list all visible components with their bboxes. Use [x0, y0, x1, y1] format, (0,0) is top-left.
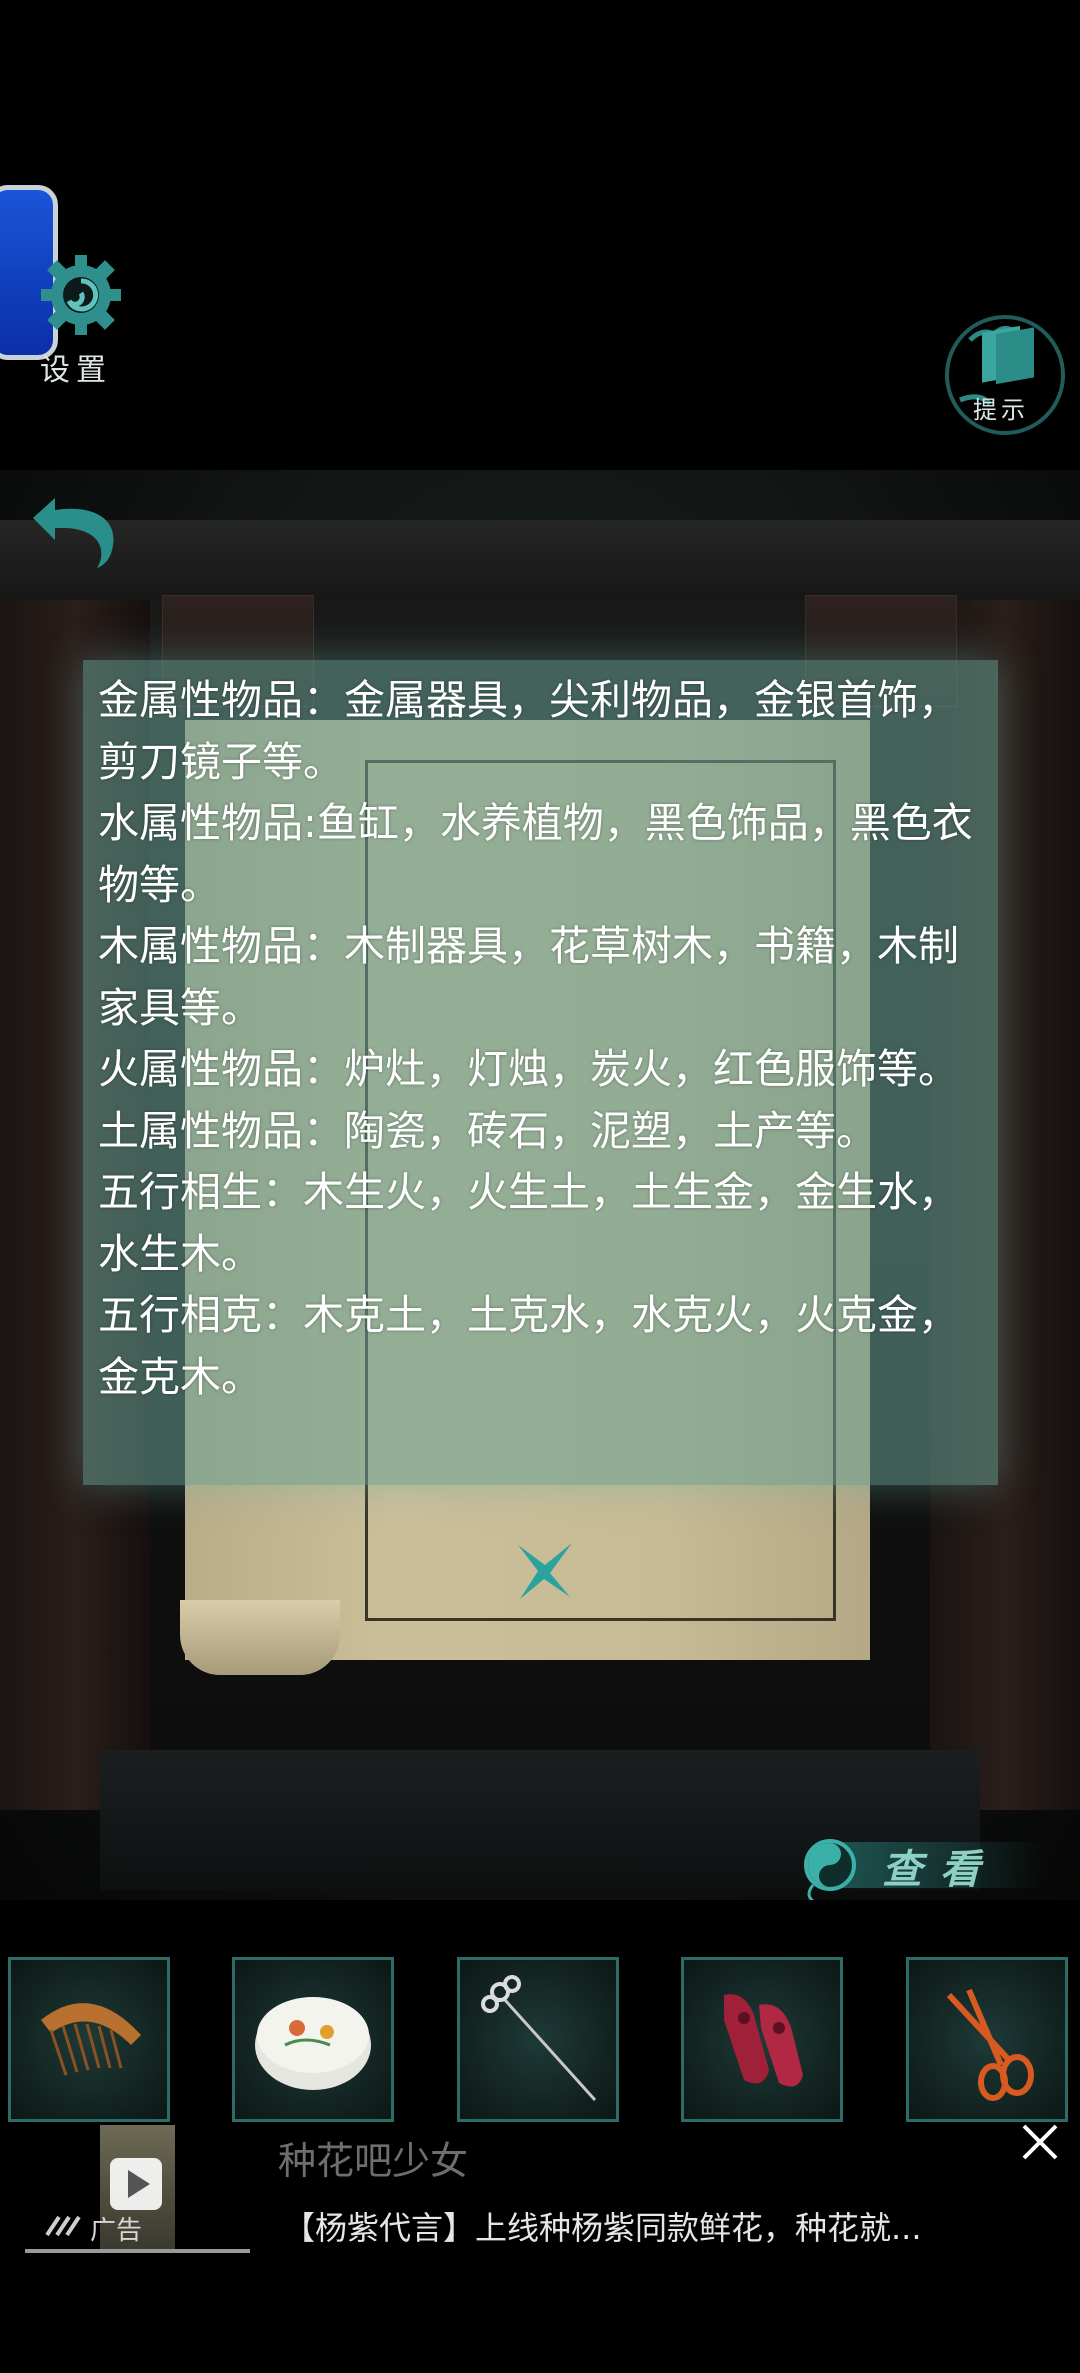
- info-line-water: 水属性物品:鱼缸，水养植物，黑色饰品，黑色衣物等。: [98, 799, 973, 909]
- comb-icon: [41, 2003, 141, 2076]
- back-arrow-icon[interactable]: [25, 490, 125, 570]
- ad-progress-bar: [25, 2249, 250, 2253]
- inventory-slot-comb[interactable]: [8, 1957, 170, 2122]
- play-icon[interactable]: [110, 2158, 162, 2210]
- scroll-roll: [180, 1600, 340, 1675]
- inventory-slot-scissors[interactable]: [906, 1957, 1068, 2122]
- ad-network-logo-icon: [45, 2215, 81, 2237]
- red-shoes-icon: [724, 1994, 803, 2087]
- close-icon[interactable]: [1018, 2120, 1062, 2164]
- ad-title[interactable]: 种花吧少女: [278, 2130, 468, 2185]
- settings-label[interactable]: 设置: [40, 345, 112, 389]
- ad-description[interactable]: 【杨紫代言】上线种杨紫同款鲜花，种花就...: [283, 2203, 922, 2249]
- info-line-metal: 金属性物品：金属器具，尖利物品，金银首饰，剪刀镜子等。: [98, 676, 959, 786]
- five-elements-text: 金属性物品：金属器具，尖利物品，金银首饰，剪刀镜子等。 水属性物品:鱼缸，水养植…: [98, 670, 988, 1408]
- inventory-slot-red-shoes[interactable]: [681, 1957, 843, 2122]
- info-line-earth: 土属性物品：陶瓷，砖石，泥塑，土产等。: [98, 1106, 877, 1155]
- porcelain-box-icon: [255, 1997, 371, 2090]
- hairpin-icon: [481, 1975, 597, 2102]
- inventory-slot-porcelain-box[interactable]: [232, 1957, 394, 2122]
- gear-icon[interactable]: [38, 250, 124, 340]
- view-button-label[interactable]: 查看: [882, 1837, 998, 1895]
- inventory-slot-hairpin[interactable]: [457, 1957, 619, 2122]
- ad-tag: 广告: [90, 2216, 143, 2246]
- info-line-wood: 木属性物品：木制器具，花草树木，书籍，木制家具等。: [98, 922, 959, 1032]
- info-line-fire: 火属性物品：炉灶，灯烛，炭火，红色服饰等。: [98, 1045, 959, 1093]
- info-line-generating: 五行相生：木生火，火生土，土生金，金生水，水生木。: [98, 1168, 959, 1278]
- scroll-close-icon[interactable]: [510, 1535, 580, 1605]
- info-line-overcoming: 五行相克：木克土，土克水，水克火，火克金，金克木。: [98, 1291, 959, 1401]
- scissors-icon: [946, 1988, 1034, 2101]
- hint-label[interactable]: 提示: [973, 390, 1029, 425]
